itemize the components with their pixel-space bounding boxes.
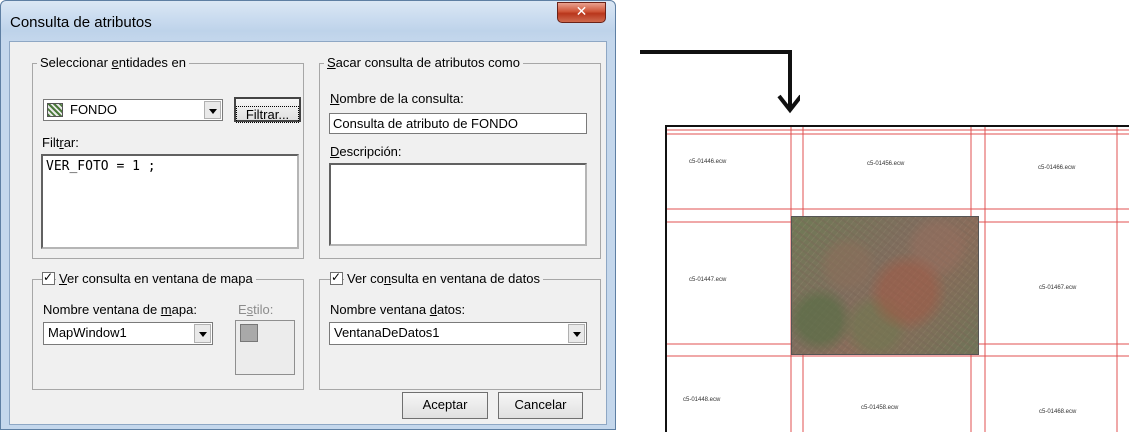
connector-arrow-icon — [640, 50, 800, 114]
tile-label: c5-01448.ecw — [683, 397, 721, 403]
query-name-input[interactable]: Consulta de atributo de FONDO — [329, 113, 587, 134]
map-window-select-value: MapWindow1 — [48, 325, 127, 340]
tile-label: c5-01458.ecw — [861, 405, 899, 411]
tile-label: c5-01447.ecw — [689, 277, 727, 283]
tile-label: c5-01466.ecw — [1038, 165, 1076, 171]
tile-label: c5-01467.ecw — [1039, 285, 1077, 291]
close-icon: ✕ — [575, 4, 588, 20]
show-in-map-label[interactable]: Ver consulta en ventana de mapa — [56, 271, 256, 286]
accept-button-label: Aceptar — [422, 397, 468, 412]
tile-label: c5-01456.ecw — [867, 161, 905, 167]
map-window-select[interactable]: MapWindow1 — [43, 322, 213, 345]
cancel-button-label: Cancelar — [514, 397, 567, 412]
accept-button[interactable]: Aceptar — [402, 392, 488, 419]
output-query-legend: Sacar consulta de atributos como — [324, 55, 523, 70]
close-button[interactable]: ✕ — [557, 2, 606, 23]
title-bar[interactable]: Consulta de atributos ✕ — [1, 1, 615, 41]
show-in-map-checkbox[interactable] — [42, 270, 55, 285]
style-swatch-button[interactable] — [235, 320, 295, 375]
description-label: Descripción: — [330, 144, 402, 159]
description-input[interactable] — [329, 163, 587, 246]
tile-label: c5-01468.ecw — [1039, 409, 1077, 415]
cancel-button[interactable]: Cancelar — [498, 392, 583, 419]
layer-select[interactable]: FONDO — [43, 99, 223, 121]
filter-expression-input[interactable]: VER_FOTO = 1 ; — [41, 154, 299, 249]
tile-label: c5-01446.ecw — [689, 159, 727, 165]
data-window-select[interactable]: VentanaDeDatos1 — [329, 322, 587, 345]
map-tiles-view: c5-01446.ecw c5-01456.ecw c5-01466.ecw c… — [665, 125, 1129, 432]
filter-button-label: Filtrar... — [236, 106, 299, 123]
dialog-client-area: Seleccionar entidades en FONDO Filtrar..… — [9, 41, 607, 425]
aerial-photo — [791, 216, 979, 355]
data-window-select-value: VentanaDeDatos1 — [334, 325, 440, 340]
chevron-down-icon[interactable] — [194, 324, 211, 343]
layer-pattern-icon — [47, 103, 63, 117]
window-title: Consulta de atributos — [10, 14, 152, 31]
style-label: Estilo: — [238, 302, 274, 317]
show-in-data-label[interactable]: Ver consulta en ventana de datos — [344, 271, 543, 286]
select-entities-legend: Seleccionar entidades en — [37, 55, 190, 70]
query-name-label: Nombre de la consulta: — [330, 91, 464, 106]
chevron-down-icon[interactable] — [568, 324, 585, 343]
show-in-data-checkbox[interactable] — [330, 270, 343, 285]
filter-label: Filtrar: — [42, 135, 79, 150]
filter-button[interactable]: Filtrar... — [234, 97, 301, 123]
map-window-name-label: Nombre ventana de mapa: — [43, 302, 197, 317]
layer-select-value: FONDO — [70, 102, 117, 117]
style-preview-icon — [240, 324, 258, 342]
data-window-name-label: Nombre ventana datos: — [330, 302, 466, 317]
attribute-query-dialog: Consulta de atributos ✕ Seleccionar enti… — [0, 0, 616, 430]
chevron-down-icon[interactable] — [204, 101, 221, 119]
